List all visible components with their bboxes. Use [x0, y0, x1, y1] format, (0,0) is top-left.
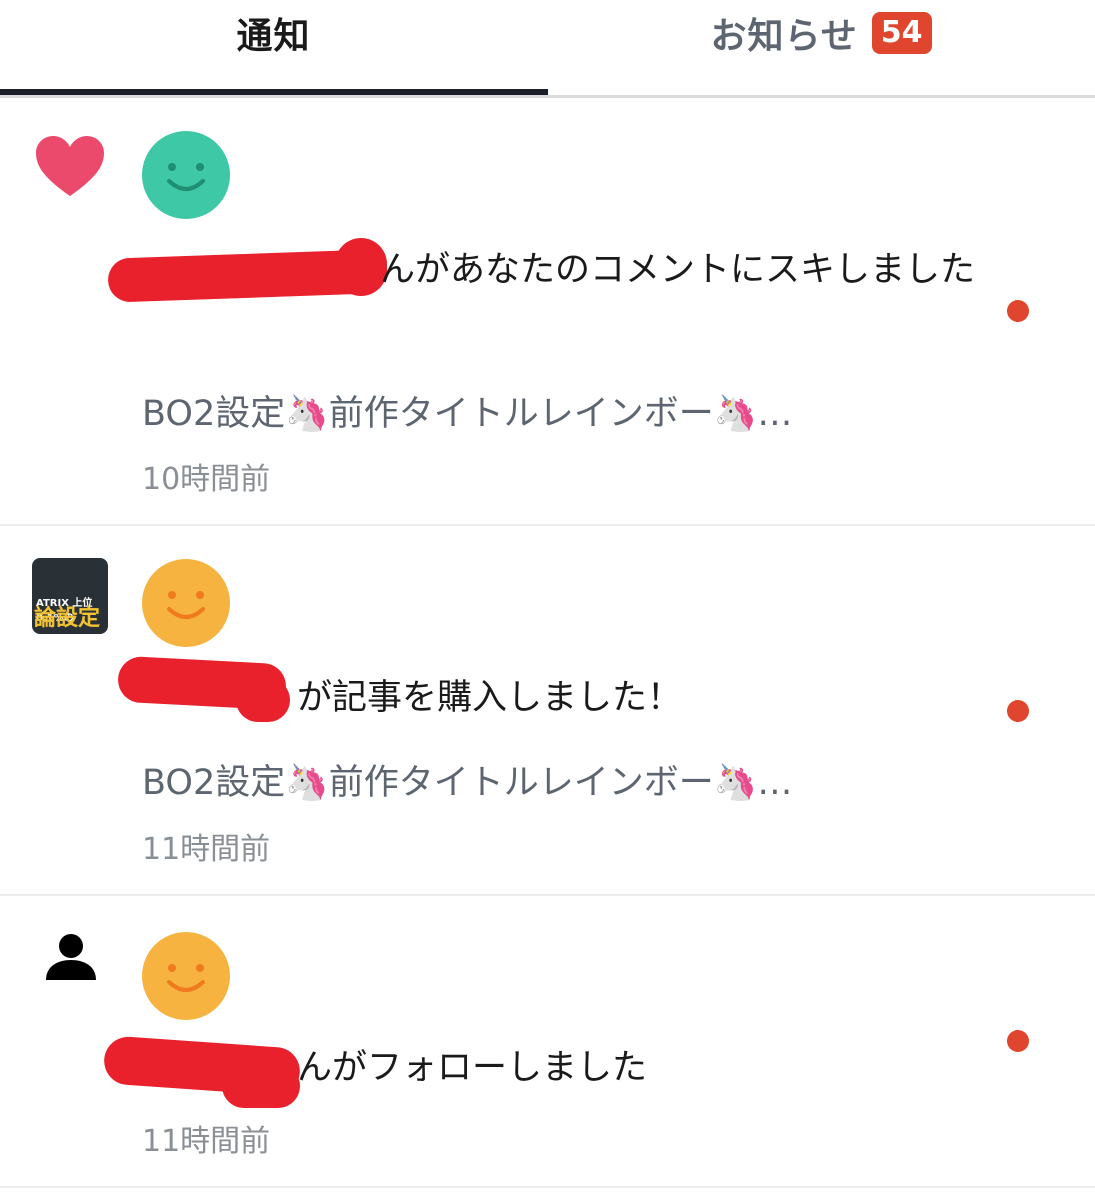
- divider: [0, 1186, 1095, 1188]
- tab-notifications-label: 通知: [236, 15, 311, 57]
- tab-announcements[interactable]: お知らせ 54: [547, 0, 1095, 95]
- notification-message: が記事を購入しました！: [297, 678, 683, 718]
- notification-message: んがあなたのコメントにスキしました: [380, 250, 976, 290]
- notification-item[interactable]: んがフォローしました 11時間前: [0, 896, 1095, 1186]
- unread-indicator: [1007, 700, 1029, 722]
- article-thumbnail[interactable]: ATRIX 上位0.1%の 論設定: [32, 558, 108, 634]
- avatar[interactable]: [142, 559, 230, 647]
- timestamp: 10時間前: [142, 462, 271, 497]
- tab-bar: 通知 お知らせ 54: [0, 0, 1095, 98]
- avatar[interactable]: [142, 131, 230, 219]
- avatar[interactable]: [142, 932, 230, 1020]
- tab-announcements-label: お知らせ: [710, 15, 858, 57]
- article-snippet[interactable]: BO2設定🦄前作タイトルレインボー🦄…: [142, 754, 792, 805]
- timestamp: 11時間前: [142, 1124, 271, 1159]
- article-snippet[interactable]: BO2設定🦄前作タイトルレインボー🦄…: [142, 385, 792, 436]
- unread-count-badge: 54: [871, 11, 932, 54]
- timestamp: 11時間前: [142, 832, 271, 867]
- notification-item[interactable]: ATRIX 上位0.1%の 論設定 が記事を購入しました！ BO2設定🦄前作タイ…: [0, 526, 1095, 894]
- unread-indicator: [1007, 1030, 1029, 1052]
- unread-indicator: [1007, 300, 1029, 322]
- notification-message: んがフォローしました: [297, 1048, 648, 1088]
- person-icon: [44, 932, 98, 986]
- thumbnail-title: 論設定: [34, 606, 101, 631]
- heart-icon: [34, 134, 106, 204]
- tab-notifications[interactable]: 通知: [0, 0, 547, 95]
- notification-item[interactable]: んがあなたのコメントにスキしました BO2設定🦄前作タイトルレインボー🦄… 10…: [0, 98, 1095, 524]
